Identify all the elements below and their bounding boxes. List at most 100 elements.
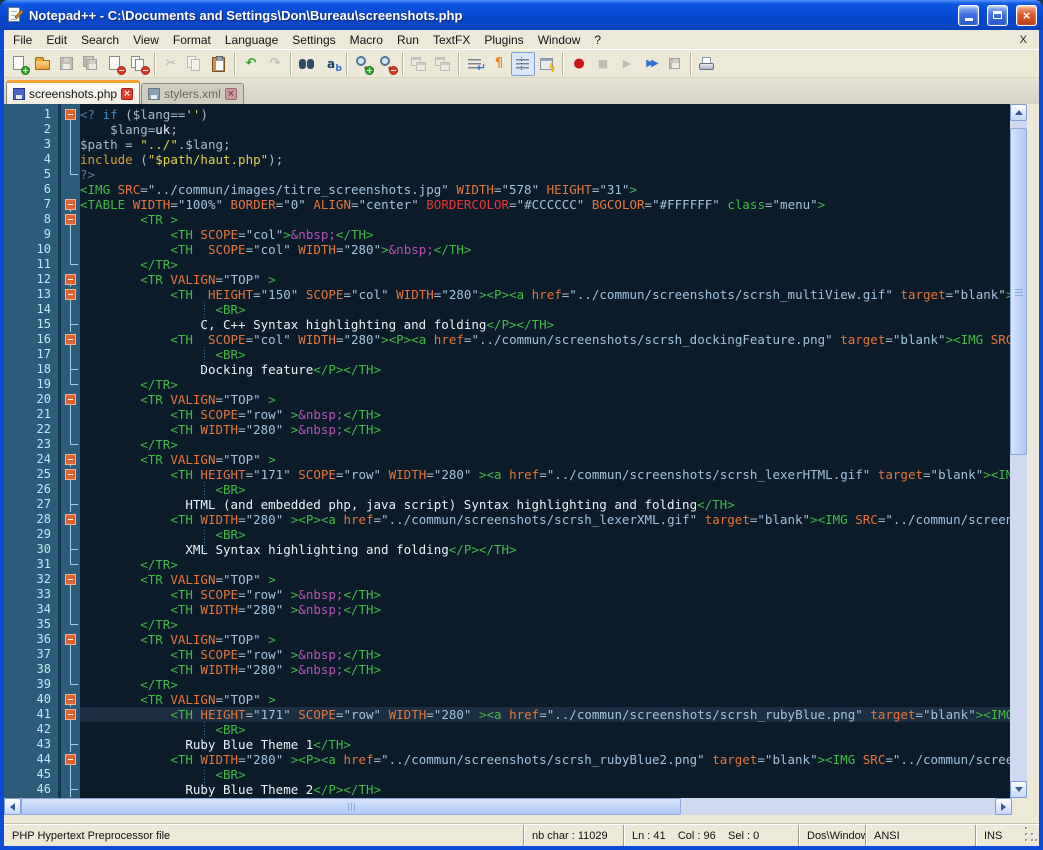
sync-scroll-h-button[interactable] [431, 52, 455, 76]
code-line-11[interactable]: </TR> [80, 257, 1010, 272]
indent-guide-button[interactable] [511, 52, 535, 76]
fold-marker[interactable] [61, 452, 80, 467]
code-line-2[interactable]: $lang=uk; [80, 122, 1010, 137]
menu-item-run[interactable]: Run [390, 31, 426, 49]
fold-marker[interactable] [61, 107, 80, 122]
code-line-46[interactable]: Ruby Blue Theme 2</P></TH> [80, 782, 1010, 797]
menu-item-file[interactable]: File [6, 31, 39, 49]
code-line-28[interactable]: <TH WIDTH="280" ><P><a href="../commun/s… [80, 512, 1010, 527]
menu-item-search[interactable]: Search [74, 31, 126, 49]
close-file-button[interactable]: − [103, 52, 127, 76]
menu-close-document-button[interactable]: X [1008, 34, 1039, 46]
code-line-33[interactable]: <TH SCOPE="row" >&nbsp;</TH> [80, 587, 1010, 602]
code-line-29[interactable]: <BR> [80, 527, 1010, 542]
user-define-dialog-button[interactable]: ϟ [535, 52, 559, 76]
code-line-31[interactable]: </TR> [80, 557, 1010, 572]
menu-item-window[interactable]: Window [531, 31, 588, 49]
show-all-chars-button[interactable]: ¶ [487, 52, 511, 76]
code-line-35[interactable]: </TR> [80, 617, 1010, 632]
scroll-left-button[interactable] [4, 798, 21, 815]
tab-stylers-xml[interactable]: stylers.xml× [141, 83, 244, 104]
code-line-32[interactable]: <TR VALIGN="TOP" > [80, 572, 1010, 587]
code-line-6[interactable]: <IMG SRC="../commun/images/titre_screens… [80, 182, 1010, 197]
save-all-button[interactable] [79, 52, 103, 76]
code-line-15[interactable]: C, C++ Syntax highlighting and folding</… [80, 317, 1010, 332]
code-line-18[interactable]: Docking feature</P></TH> [80, 362, 1010, 377]
save-file-button[interactable] [55, 52, 79, 76]
vertical-scrollbar-thumb[interactable] [1010, 128, 1027, 455]
close-all-button[interactable]: − [127, 52, 151, 76]
code-line-22[interactable]: <TH WIDTH="280" >&nbsp;</TH> [80, 422, 1010, 437]
menu-item-view[interactable]: View [126, 31, 166, 49]
macro-run-multiple-button[interactable]: ▶▶ [639, 52, 663, 76]
menu-item-macro[interactable]: Macro [343, 31, 390, 49]
fold-marker[interactable] [61, 272, 80, 287]
code-line-39[interactable]: </TR> [80, 677, 1010, 692]
code-line-30[interactable]: XML Syntax highlighting and folding</P><… [80, 542, 1010, 557]
horizontal-scrollbar[interactable] [4, 798, 1012, 815]
horizontal-scrollbar-thumb[interactable] [21, 798, 681, 815]
code-line-10[interactable]: <TH SCOPE="col" WIDTH="280">&nbsp;</TH> [80, 242, 1010, 257]
code-line-37[interactable]: <TH SCOPE="row" >&nbsp;</TH> [80, 647, 1010, 662]
code-line-23[interactable]: </TR> [80, 437, 1010, 452]
code-line-36[interactable]: <TR VALIGN="TOP" > [80, 632, 1010, 647]
fold-marker[interactable] [61, 632, 80, 647]
code-line-21[interactable]: <TH SCOPE="row" >&nbsp;</TH> [80, 407, 1010, 422]
copy-button[interactable] [183, 52, 207, 76]
minimize-button[interactable] [958, 5, 979, 26]
menu-item-[interactable]: ? [587, 31, 608, 49]
code-line-43[interactable]: Ruby Blue Theme 1</TH> [80, 737, 1010, 752]
code-line-42[interactable]: <BR> [80, 722, 1010, 737]
tab-close-icon[interactable]: × [225, 88, 237, 100]
code-line-25[interactable]: <TH HEIGHT="171" SCOPE="row" WIDTH="280"… [80, 467, 1010, 482]
menu-item-format[interactable]: Format [166, 31, 218, 49]
sync-scroll-v-button[interactable] [407, 52, 431, 76]
vertical-scrollbar[interactable] [1010, 104, 1027, 798]
fold-marker[interactable] [61, 572, 80, 587]
scroll-up-button[interactable] [1010, 104, 1027, 121]
fold-marker[interactable] [61, 392, 80, 407]
fold-marker[interactable] [61, 752, 80, 767]
fold-marker[interactable] [61, 287, 80, 302]
code-line-14[interactable]: <BR> [80, 302, 1010, 317]
fold-marker[interactable] [61, 197, 80, 212]
print-button[interactable] [695, 52, 719, 76]
code-line-34[interactable]: <TH WIDTH="280" >&nbsp;</TH> [80, 602, 1010, 617]
menu-item-plugins[interactable]: Plugins [477, 31, 530, 49]
code-line-20[interactable]: <TR VALIGN="TOP" > [80, 392, 1010, 407]
code-line-5[interactable]: ?> [80, 167, 1010, 182]
macro-save-button[interactable] [663, 52, 687, 76]
zoom-out-button[interactable]: − [375, 52, 399, 76]
code-line-9[interactable]: <TH SCOPE="col">&nbsp;</TH> [80, 227, 1010, 242]
fold-marker[interactable] [61, 692, 80, 707]
fold-marker[interactable] [61, 707, 80, 722]
code-line-27[interactable]: HTML (and embedded php, java script) Syn… [80, 497, 1010, 512]
code-line-41[interactable]: <TH HEIGHT="171" SCOPE="row" WIDTH="280"… [80, 707, 1010, 722]
scroll-right-button[interactable] [995, 798, 1012, 815]
menu-item-settings[interactable]: Settings [285, 31, 342, 49]
code-line-19[interactable]: </TR> [80, 377, 1010, 392]
undo-button[interactable]: ↶ [239, 52, 263, 76]
macro-stop-button[interactable]: ■ [591, 52, 615, 76]
code-line-4[interactable]: include ("$path/haut.php"); [80, 152, 1010, 167]
close-button[interactable]: × [1016, 5, 1037, 26]
cut-button[interactable]: ✂ [159, 52, 183, 76]
maximize-button[interactable] [987, 5, 1008, 26]
fold-marker[interactable] [61, 512, 80, 527]
replace-button[interactable]: ab [319, 52, 343, 76]
menu-item-language[interactable]: Language [218, 31, 285, 49]
resize-grip[interactable] [1028, 825, 1039, 846]
tab-close-icon[interactable]: × [121, 88, 133, 100]
code-line-17[interactable]: <BR> [80, 347, 1010, 362]
fold-marker[interactable] [61, 467, 80, 482]
find-button[interactable] [295, 52, 319, 76]
code-line-45[interactable]: <BR> [80, 767, 1010, 782]
redo-button[interactable]: ↷ [263, 52, 287, 76]
code-line-24[interactable]: <TR VALIGN="TOP" > [80, 452, 1010, 467]
scroll-down-button[interactable] [1010, 781, 1027, 798]
code-line-38[interactable]: <TH WIDTH="280" >&nbsp;</TH> [80, 662, 1010, 677]
fold-marker[interactable] [61, 212, 80, 227]
paste-button[interactable] [207, 52, 231, 76]
code-line-26[interactable]: <BR> [80, 482, 1010, 497]
zoom-in-button[interactable]: + [351, 52, 375, 76]
